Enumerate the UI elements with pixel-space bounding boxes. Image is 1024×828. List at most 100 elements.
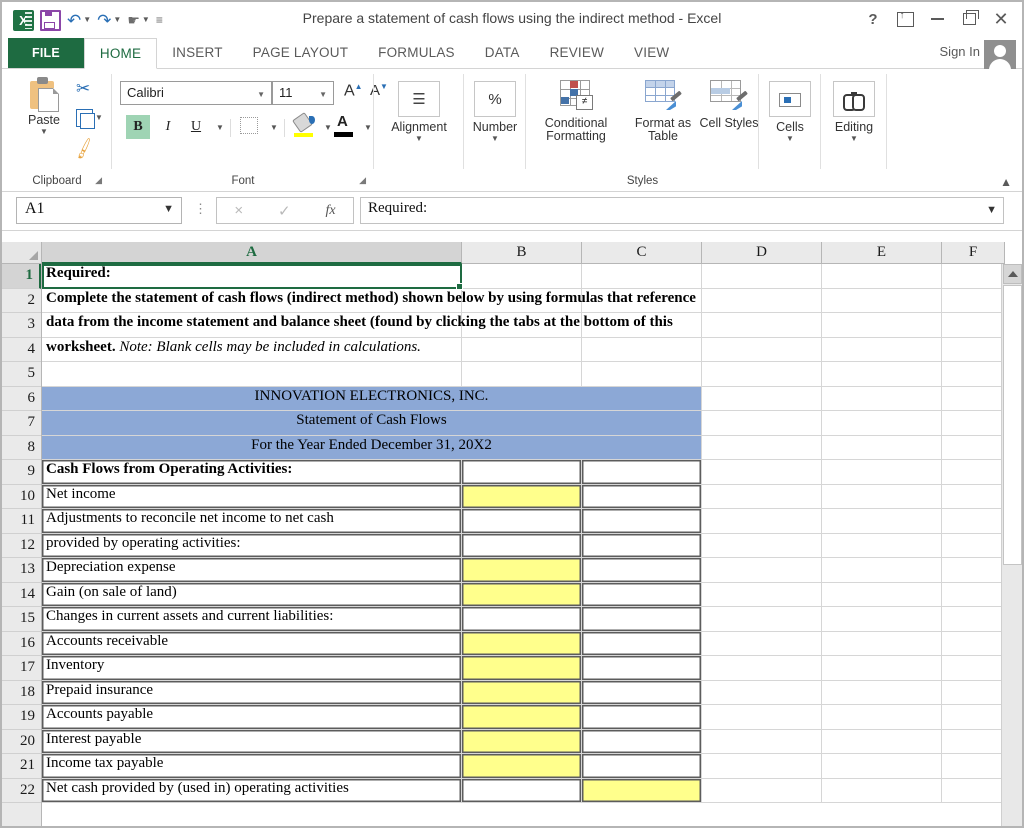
cell-A14[interactable]: Gain (on sale of land) [42,582,462,607]
vertical-scrollbar[interactable] [1001,264,1022,826]
column-header-c[interactable]: C [582,242,702,264]
name-box[interactable]: A1 ▼ [16,197,182,224]
cell-C1[interactable] [582,264,702,289]
cell-A3[interactable]: data from the income statement and balan… [42,313,673,338]
cell-C20[interactable] [582,729,702,754]
cell-A9[interactable]: Cash Flows from Operating Activities: [42,460,462,485]
cell-E4[interactable] [822,337,942,362]
clipboard-dialog-launcher[interactable]: ◢ [95,175,102,186]
row-header-11[interactable]: 11 [2,509,41,534]
cell-D17[interactable] [702,656,822,681]
cell-D10[interactable] [702,484,822,509]
sign-in-link[interactable]: Sign In [940,44,980,59]
conditional-formatting-button[interactable]: ≠ Conditional Formatting [526,77,626,143]
cell-F17[interactable] [942,656,1005,681]
chevron-down-icon[interactable]: ▼ [163,203,174,215]
cell-A21[interactable]: Income tax payable [42,754,462,779]
font-dialog-launcher[interactable]: ◢ [359,175,366,186]
cell-F18[interactable] [942,680,1005,705]
cell-D18[interactable] [702,680,822,705]
row-header-9[interactable]: 9 [2,460,41,485]
cell-E16[interactable] [822,631,942,656]
column-header-b[interactable]: B [462,242,582,264]
row-header-15[interactable]: 15 [2,607,41,632]
tab-home[interactable]: HOME [83,38,158,69]
cell-A11[interactable]: Adjustments to reconcile net income to n… [42,509,462,534]
row-header-22[interactable]: 22 [2,779,41,803]
cell-B9[interactable] [462,460,582,485]
underline-button[interactable]: U [184,115,208,139]
cell-B11[interactable] [462,509,582,534]
cell-C4[interactable] [582,337,702,362]
cell-D19[interactable] [702,705,822,730]
cell-E6[interactable] [822,386,942,411]
cell-A8[interactable]: For the Year Ended December 31, 20X2 [42,435,702,460]
cell-E11[interactable] [822,509,942,534]
borders-dropdown-icon[interactable]: ▼ [262,115,286,139]
row-header-16[interactable]: 16 [2,632,41,656]
cell-F12[interactable] [942,533,1005,558]
number-button[interactable]: % Number ▼ [455,81,535,143]
cell-E13[interactable] [822,558,942,583]
cell-F13[interactable] [942,558,1005,583]
cell-F7[interactable] [942,411,1005,436]
row-header-13[interactable]: 13 [2,558,41,583]
column-header-e[interactable]: E [822,242,942,264]
cell-A6[interactable]: INNOVATION ELECTRONICS, INC. [42,386,702,411]
cell-E18[interactable] [822,680,942,705]
cancel-icon[interactable]: × [234,202,243,219]
paste-button[interactable]: Paste ▼ [16,77,72,136]
restore-button[interactable] [954,7,984,31]
cell-E14[interactable] [822,582,942,607]
cell-D20[interactable] [702,729,822,754]
cell-A10[interactable]: Net income [42,484,462,509]
tab-view[interactable]: VIEW [619,38,684,68]
cell-F10[interactable] [942,484,1005,509]
cell-F2[interactable] [942,288,1005,313]
cell-E3[interactable] [822,313,942,338]
cell-B1[interactable] [462,264,582,289]
cell-A22[interactable]: Net cash provided by (used in) operating… [42,778,462,803]
cell-D7[interactable] [702,411,822,436]
row-header-4[interactable]: 4 [2,338,41,362]
row-header-20[interactable]: 20 [2,730,41,754]
row-header-2[interactable]: 2 [2,289,41,313]
row-header-6[interactable]: 6 [2,387,41,411]
cell-D9[interactable] [702,460,822,485]
ribbon-display-options-icon[interactable] [890,7,920,31]
cell-D13[interactable] [702,558,822,583]
cell-E22[interactable] [822,778,942,803]
cell-D16[interactable] [702,631,822,656]
cell-F4[interactable] [942,337,1005,362]
cell-C18[interactable] [582,680,702,705]
minimize-button[interactable] [922,7,952,31]
cell-D15[interactable] [702,607,822,632]
cell-F14[interactable] [942,582,1005,607]
cell-E1[interactable] [822,264,942,289]
cell-B12[interactable] [462,533,582,558]
cell-D12[interactable] [702,533,822,558]
cell-D14[interactable] [702,582,822,607]
cell-B4[interactable] [462,337,582,362]
cell-E21[interactable] [822,754,942,779]
cell-A17[interactable]: Inventory [42,656,462,681]
format-painter-icon[interactable]: 🖌 [71,136,97,162]
cut-icon[interactable]: ✂ [76,79,90,99]
cell-E15[interactable] [822,607,942,632]
underline-dropdown-icon[interactable]: ▼ [208,115,232,139]
insert-function-icon[interactable]: fx [325,203,335,219]
cell-D5[interactable] [702,362,822,387]
italic-button[interactable]: I [156,115,180,139]
cell-B20[interactable] [462,729,582,754]
cell-B19[interactable] [462,705,582,730]
format-as-table-button[interactable]: Format as Table [624,77,702,143]
cell-F20[interactable] [942,729,1005,754]
cell-B18[interactable] [462,680,582,705]
cell-F8[interactable] [942,435,1005,460]
cell-D8[interactable] [702,435,822,460]
increase-font-size-icon[interactable]: A▲ [344,82,363,100]
cell-F11[interactable] [942,509,1005,534]
cell-F9[interactable] [942,460,1005,485]
cell-C10[interactable] [582,484,702,509]
tab-page-layout[interactable]: PAGE LAYOUT [238,38,363,68]
